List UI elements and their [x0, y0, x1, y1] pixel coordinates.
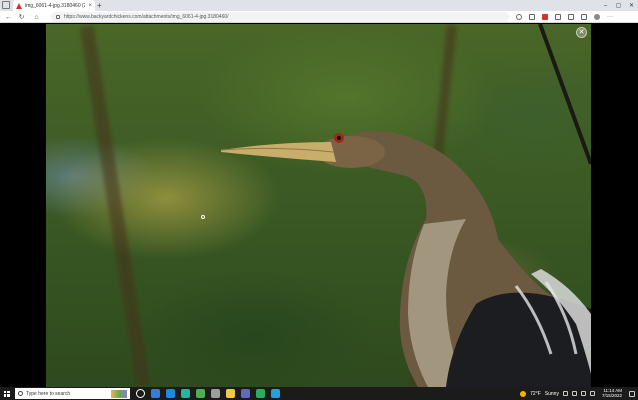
mail-icon[interactable]: [241, 389, 250, 398]
search-highlight-image: [111, 389, 127, 398]
collections-icon[interactable]: [581, 14, 587, 20]
back-arrow-icon[interactable]: ←: [3, 11, 14, 23]
extensions-puzzle-icon[interactable]: [555, 14, 561, 20]
taskbar: Type here to search 72°F Sunny 11:14 AM …: [0, 387, 638, 400]
search-input[interactable]: Type here to search: [26, 391, 108, 397]
tab-strip: img_6061-4-jpg.3180460 (2000×... × + – ▢…: [0, 0, 638, 11]
task-view-icon[interactable]: [136, 389, 145, 398]
browser-tab[interactable]: img_6061-4-jpg.3180460 (2000×... ×: [13, 0, 95, 11]
search-icon: [18, 391, 23, 396]
mouse-cursor-icon: [201, 215, 205, 219]
chrome-icon[interactable]: [166, 389, 175, 398]
more-menu-icon[interactable]: ···: [607, 14, 613, 20]
system-tray: 72°F Sunny 11:14 AM 7/15/2022: [520, 388, 638, 398]
weather-condition[interactable]: Sunny: [545, 391, 559, 397]
weather-temp[interactable]: 72°F: [530, 391, 541, 397]
cloud-icon[interactable]: [196, 389, 205, 398]
clock-date: 7/15/2022: [601, 392, 622, 398]
maximize-icon[interactable]: ▢: [612, 0, 625, 11]
store-icon[interactable]: [181, 389, 190, 398]
viewer-close-button[interactable]: ✕: [576, 27, 587, 38]
image-viewer: ✕: [0, 24, 638, 387]
home-icon[interactable]: ⌂: [31, 11, 42, 23]
url-text[interactable]: https://www.backyardchickens.com/attachm…: [64, 14, 229, 20]
tab-title: img_6061-4-jpg.3180460 (2000×...: [25, 2, 86, 9]
favorites-star-icon[interactable]: [529, 14, 535, 20]
file-explorer-icon[interactable]: [211, 389, 220, 398]
window-controls: – ▢ ✕: [599, 0, 638, 11]
pinned-apps: [136, 389, 280, 398]
profile-avatar-icon[interactable]: [594, 14, 600, 20]
notifications-icon[interactable]: [629, 390, 635, 397]
warning-triangle-icon: [16, 2, 22, 9]
taskbar-search[interactable]: Type here to search: [15, 388, 130, 399]
windows-logo-icon: [3, 390, 10, 397]
sun-weather-icon[interactable]: [520, 390, 527, 397]
toolbar-icons: ···: [516, 11, 613, 23]
window-menu-icon[interactable]: [2, 1, 10, 9]
xbox-icon[interactable]: [256, 389, 265, 398]
new-tab-icon[interactable]: +: [97, 0, 102, 11]
read-aloud-icon[interactable]: [516, 14, 522, 20]
address-bar[interactable]: https://www.backyardchickens.com/attachm…: [51, 12, 509, 22]
start-button[interactable]: [0, 387, 13, 400]
network-icon[interactable]: [571, 391, 577, 396]
language-icon[interactable]: [589, 391, 595, 396]
window-close-icon[interactable]: ✕: [625, 0, 638, 11]
volume-icon[interactable]: [580, 391, 586, 396]
bird-photo: [46, 24, 591, 387]
extension-icon[interactable]: [542, 14, 548, 20]
reload-icon[interactable]: ↻: [16, 11, 27, 23]
clock[interactable]: 11:14 AM 7/15/2022: [601, 388, 622, 398]
lock-icon[interactable]: [56, 15, 60, 19]
browser-toolbar: ← ↻ ⌂ https://www.backyardchickens.com/a…: [0, 11, 638, 23]
anhinga-bird-drawing: [220, 24, 591, 387]
photos-icon[interactable]: [271, 389, 280, 398]
tab-close-icon[interactable]: ×: [88, 3, 92, 9]
folder-icon[interactable]: [226, 389, 235, 398]
minimize-icon[interactable]: –: [599, 0, 612, 11]
favorites-bar-icon[interactable]: [568, 14, 574, 20]
edge-browser-icon[interactable]: [151, 389, 160, 398]
chevron-up-icon[interactable]: [562, 391, 568, 396]
